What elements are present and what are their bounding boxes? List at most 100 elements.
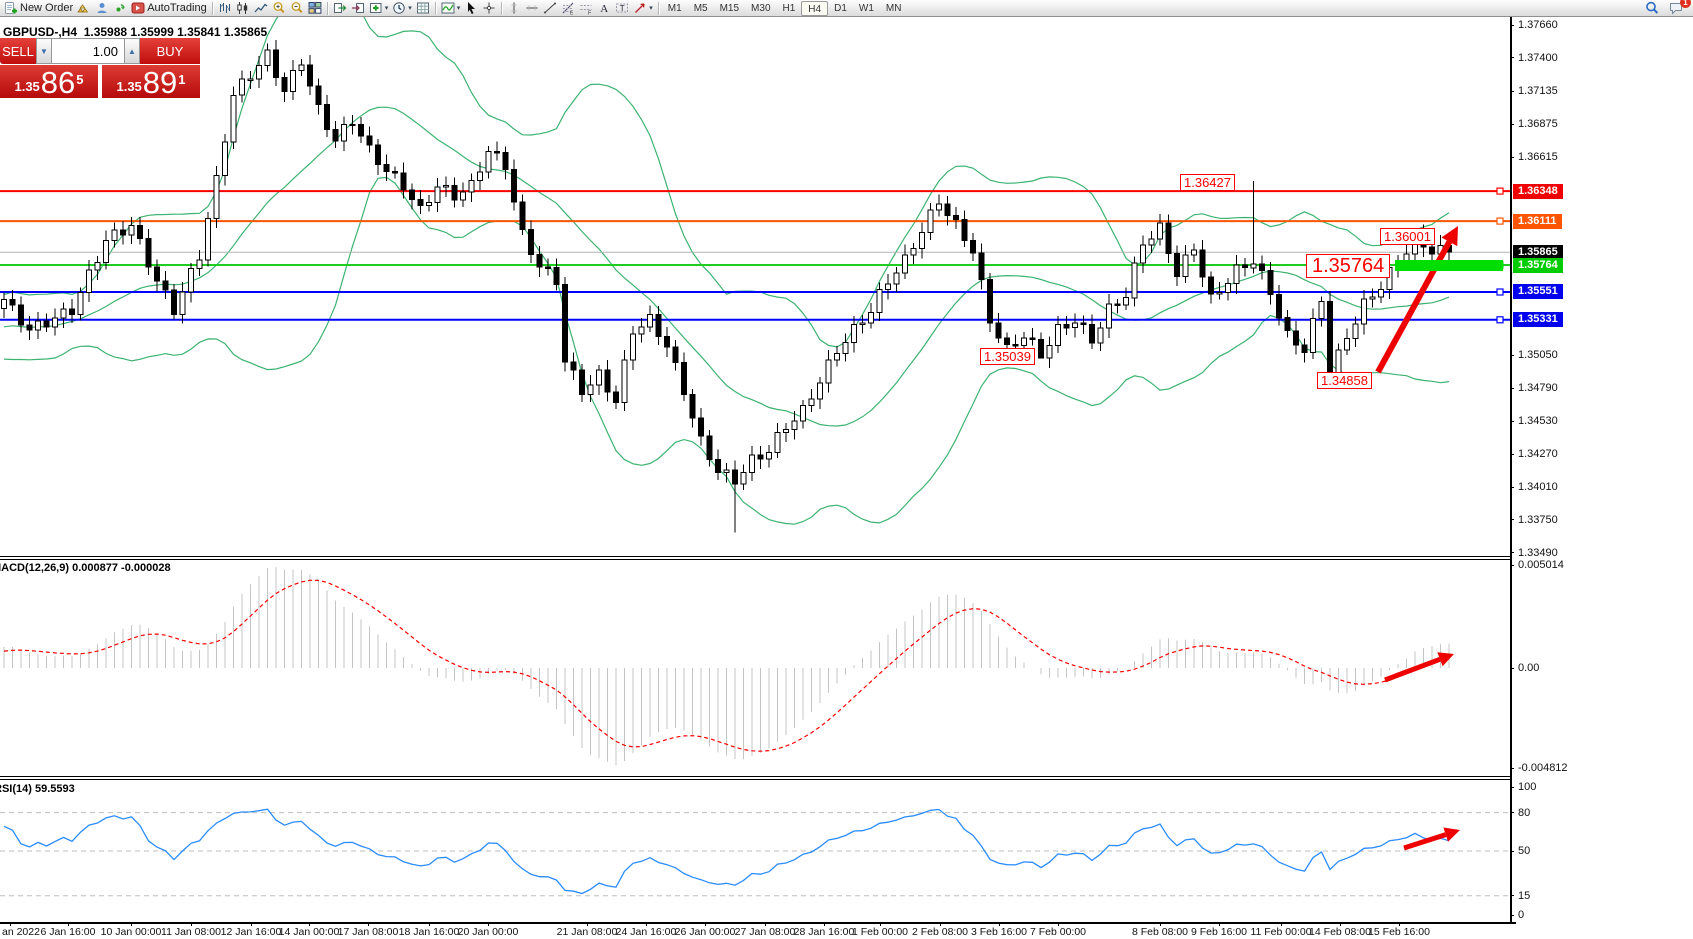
- price-callout[interactable]: 1.36001: [1380, 228, 1435, 245]
- macd-label: MACD(12,26,9) 0.000877 -0.000028: [0, 562, 171, 574]
- indicators-button[interactable]: ▾: [439, 1, 463, 16]
- gold-bars-icon: [77, 1, 91, 15]
- market-watch-button[interactable]: [75, 1, 93, 16]
- time-label: 20 Jan 00:00: [458, 926, 519, 938]
- axis-tick: [1510, 91, 1514, 92]
- trend-arrow[interactable]: [1404, 835, 1446, 848]
- rsi-label: RSI(14) 59.5593: [0, 783, 75, 795]
- vertical-line-button[interactable]: [505, 1, 523, 16]
- shapes-button[interactable]: ▾: [631, 1, 655, 16]
- time-label: 14 Jan 00:00: [279, 926, 340, 938]
- trade-panel-price-row: 1.35 86 5 1.35 89 1: [0, 65, 200, 98]
- time-label: 10 Jan 00:00: [101, 926, 162, 938]
- axis-tick: [1510, 565, 1514, 566]
- toolbar-separator: [212, 2, 213, 15]
- price-callout[interactable]: 1.35764: [1306, 254, 1390, 278]
- macd-name: MACD(12,26,9): [0, 562, 69, 574]
- label-icon: T: [615, 1, 629, 15]
- fibonacci-button[interactable]: E: [559, 1, 577, 16]
- panel-divider[interactable]: [0, 776, 1516, 780]
- cursor-button[interactable]: [462, 1, 480, 16]
- candlestick-chart-button[interactable]: [234, 1, 252, 16]
- timeframe-button-m30[interactable]: M30: [745, 1, 776, 16]
- new-chart-button[interactable]: ▾: [367, 1, 391, 16]
- axis-tick-label: 15: [1518, 890, 1530, 902]
- level-handle[interactable]: [1497, 289, 1503, 295]
- fibonacci-icon: E: [561, 1, 575, 15]
- channel-button[interactable]: F: [577, 1, 595, 16]
- search-button[interactable]: [1643, 1, 1661, 16]
- price-level-badge: 1.36111: [1513, 214, 1562, 229]
- chart-shift-icon: [351, 1, 365, 15]
- auto-scroll-button[interactable]: [331, 1, 349, 16]
- time-label: 6 Jan 16:00: [41, 926, 96, 938]
- axis-tick: [1510, 768, 1514, 769]
- svg-text:E: E: [570, 11, 574, 16]
- trendline-button[interactable]: [541, 1, 559, 16]
- axis-tick-label: 80: [1518, 807, 1530, 819]
- axis-tick-label: -0.004812: [1518, 762, 1568, 774]
- text-button[interactable]: A: [595, 1, 613, 16]
- time-label: 7 Feb 00:00: [1030, 926, 1086, 938]
- axis-tick-label: 1.34530: [1518, 415, 1558, 427]
- text-label-button[interactable]: T: [613, 1, 631, 16]
- line-chart-button[interactable]: [252, 1, 270, 16]
- time-axis[interactable]: an 20226 Jan 16:0010 Jan 00:0011 Jan 08:…: [0, 924, 1516, 939]
- sell-price-display: 1.35 86 5: [0, 65, 98, 98]
- price-callout[interactable]: 1.35039: [980, 348, 1035, 365]
- bar-chart-button[interactable]: [216, 1, 234, 16]
- sell-button[interactable]: SELL: [0, 38, 36, 64]
- level-handle[interactable]: [1497, 188, 1503, 194]
- axis-tick: [1510, 25, 1514, 26]
- timeframe-button-m15[interactable]: M15: [714, 1, 745, 16]
- new-chart-icon: [369, 1, 383, 15]
- price-axis[interactable]: 1.376601.374001.371351.368751.366151.350…: [1512, 17, 1693, 922]
- accounts-button[interactable]: [93, 1, 111, 16]
- zoom-in-button[interactable]: [270, 1, 288, 16]
- signals-button[interactable]: [111, 1, 129, 16]
- volume-decrease-button[interactable]: ▼: [36, 38, 52, 64]
- price-callout[interactable]: 1.34858: [1317, 372, 1372, 389]
- volume-increase-button[interactable]: ▲: [124, 38, 140, 64]
- buy-button[interactable]: BUY: [140, 38, 200, 64]
- chart-shift-button[interactable]: [349, 1, 367, 16]
- periods-button[interactable]: ▾: [390, 1, 414, 16]
- timeframe-button-d1[interactable]: D1: [828, 1, 853, 16]
- timeframe-button-w1[interactable]: W1: [853, 1, 880, 16]
- bar-chart-icon: [218, 1, 232, 15]
- sell-price-point: 5: [76, 65, 83, 95]
- time-label: 1 Feb 00:00: [852, 926, 908, 938]
- timeframe-button-m5[interactable]: M5: [688, 1, 714, 16]
- templates-button[interactable]: [414, 1, 432, 16]
- panel-divider[interactable]: [0, 556, 1516, 560]
- level-handle[interactable]: [1497, 317, 1503, 323]
- timeframe-button-h4[interactable]: H4: [801, 1, 828, 16]
- toolbar-right: 1: [1643, 1, 1691, 16]
- dropdown-arrow-icon: ▾: [385, 1, 389, 16]
- horizontal-line-button[interactable]: [523, 1, 541, 16]
- macd-panel[interactable]: [0, 560, 1510, 776]
- main-chart[interactable]: [0, 17, 1510, 556]
- crosshair-button[interactable]: [480, 1, 498, 16]
- volume-input[interactable]: [52, 38, 124, 64]
- notifications-button[interactable]: 1: [1667, 1, 1685, 16]
- axis-tick: [1510, 57, 1514, 58]
- price-callout[interactable]: 1.36427: [1180, 174, 1235, 191]
- autotrading-button[interactable]: AutoTrading: [129, 1, 209, 16]
- horizontal-line-icon: [525, 1, 539, 15]
- rsi-panel[interactable]: [0, 780, 1510, 922]
- toolbar: New Order AutoTrading: [0, 0, 1693, 17]
- time-label: 12 Jan 16:00: [221, 926, 282, 938]
- axis-tick: [1510, 487, 1514, 488]
- trend-arrow[interactable]: [1385, 659, 1440, 680]
- timeframe-button-h1[interactable]: H1: [777, 1, 802, 16]
- trendline-icon: [543, 1, 557, 15]
- new-order-button[interactable]: New Order: [2, 1, 75, 16]
- zoom-out-button[interactable]: [288, 1, 306, 16]
- tile-windows-button[interactable]: [306, 1, 324, 16]
- timeframe-button-mn[interactable]: MN: [880, 1, 908, 16]
- tile-windows-icon: [308, 1, 322, 15]
- level-handle[interactable]: [1497, 218, 1503, 224]
- timeframe-button-m1[interactable]: M1: [662, 1, 688, 16]
- highlight-band[interactable]: [1395, 260, 1503, 271]
